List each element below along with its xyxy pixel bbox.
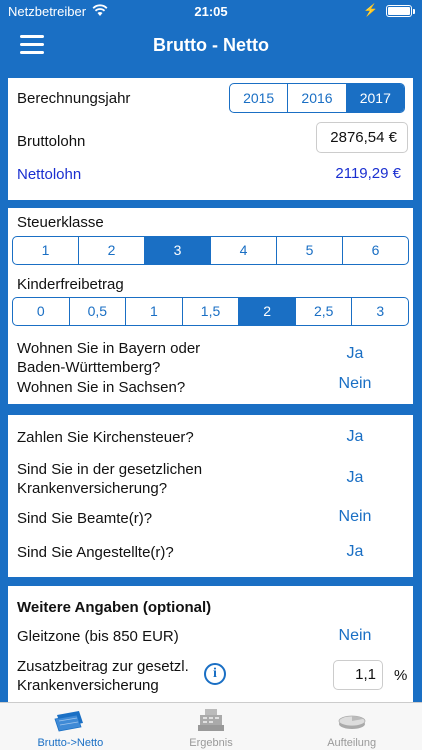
year-option[interactable]: 2016: [287, 84, 345, 112]
kirchensteuer-toggle[interactable]: Ja: [335, 428, 375, 446]
percent-unit: %: [394, 667, 408, 684]
sachsen-toggle[interactable]: Nein: [335, 375, 375, 393]
krankenversicherung-toggle[interactable]: Ja: [335, 469, 375, 487]
angestellte-toggle[interactable]: Ja: [335, 543, 375, 561]
battery-icon: [386, 5, 415, 17]
year-selector[interactable]: 2015 2016 2017: [229, 83, 405, 113]
steuerklasse-option[interactable]: 4: [210, 237, 276, 264]
kinderfreibetrag-option[interactable]: 2: [238, 298, 295, 325]
insurance-card: Zahlen Sie Kirchensteuer? Ja Sind Sie in…: [8, 415, 413, 577]
calculation-card: Berechnungsjahr 2015 2016 2017 Bruttolohn …: [8, 78, 413, 200]
kinderfreibetrag-selector[interactable]: 0 0,5 1 1,5 2 2,5 3: [12, 297, 409, 326]
tab-bar: Brutto->Netto Ergebnis Aufteilung: [0, 702, 422, 750]
optional-card: Weitere Angaben (optional) Gleitzone (bi…: [8, 586, 413, 702]
beamte-toggle[interactable]: Nein: [335, 508, 375, 526]
steuerklasse-option[interactable]: 5: [276, 237, 342, 264]
steuerklasse-option[interactable]: 2: [78, 237, 144, 264]
brutto-label: Bruttolohn: [17, 133, 86, 150]
tab-aufteilung[interactable]: Aufteilung: [281, 703, 422, 750]
page-title: Brutto - Netto: [153, 35, 269, 55]
kinderfreibetrag-option[interactable]: 2,5: [294, 298, 352, 325]
bayern-toggle[interactable]: Ja: [335, 345, 375, 363]
tab-brutto-netto[interactable]: Brutto->Netto: [0, 703, 141, 750]
beamte-label: Sind Sie Beamte(r)?: [17, 510, 153, 527]
kinderfreibetrag-option[interactable]: 3: [351, 298, 408, 325]
info-icon[interactable]: i: [204, 663, 226, 685]
kinderfreibetrag-label: Kinderfreibetrag: [17, 276, 124, 293]
kinderfreibetrag-option[interactable]: 0,5: [68, 298, 126, 325]
tab-ergebnis[interactable]: Ergebnis: [141, 703, 282, 750]
year-option[interactable]: 2015: [230, 84, 287, 112]
kirchensteuer-label: Zahlen Sie Kirchensteuer?: [17, 429, 194, 446]
gleitzone-label: Gleitzone (bis 850 EUR): [17, 628, 179, 645]
angestellte-label: Sind Sie Angestellte(r)?: [17, 544, 174, 561]
tab-label: Aufteilung: [327, 737, 377, 749]
steuerklasse-label: Steuerklasse: [17, 214, 104, 231]
steuerklasse-selector[interactable]: 123456: [12, 236, 409, 265]
sachsen-label: Wohnen Sie in Sachsen?: [17, 379, 186, 396]
kinderfreibetrag-option[interactable]: 1,5: [181, 298, 239, 325]
optional-heading: Weitere Angaben (optional): [17, 599, 212, 616]
zusatzbeitrag-label: Zusatzbeitrag zur gesetzl. Krankenversic…: [17, 658, 189, 694]
gleitzone-toggle[interactable]: Nein: [335, 627, 375, 645]
kinderfreibetrag-option[interactable]: 1: [125, 298, 182, 325]
charging-icon: ⚡: [363, 3, 378, 17]
steuerklasse-option[interactable]: 1: [13, 237, 78, 264]
zusatzbeitrag-input[interactable]: 1,1: [333, 660, 383, 690]
year-label: Berechnungsjahr: [17, 90, 131, 107]
money-icon: [54, 711, 84, 732]
cash-register-icon: [198, 709, 224, 731]
brutto-input[interactable]: 2876,54 €: [316, 122, 408, 153]
tab-label: Brutto->Netto: [37, 737, 104, 749]
netto-value: 2119,29 €: [335, 165, 401, 182]
netto-label: Nettolohn: [17, 166, 82, 183]
navigation-bar: Brutto - Netto: [0, 22, 422, 70]
status-bar: Netzbetreiber 21:05 ⚡: [0, 0, 422, 22]
year-option[interactable]: 2017: [345, 84, 404, 112]
steuerklasse-option[interactable]: 3: [144, 237, 210, 264]
pie-chart-icon: [338, 715, 366, 729]
krankenversicherung-label: Sind Sie in der gesetzlichen Krankenvers…: [17, 461, 203, 497]
bayern-label: Wohnen Sie in Bayern oder Baden-Württemb…: [17, 340, 201, 376]
tax-class-card: Steuerklasse 123456 Kinderfreibetrag 0 0,…: [8, 208, 413, 404]
clock: 21:05: [194, 4, 228, 19]
steuerklasse-option[interactable]: 6: [342, 237, 408, 264]
kinderfreibetrag-option[interactable]: 0: [13, 298, 69, 325]
tab-label: Ergebnis: [189, 737, 233, 749]
